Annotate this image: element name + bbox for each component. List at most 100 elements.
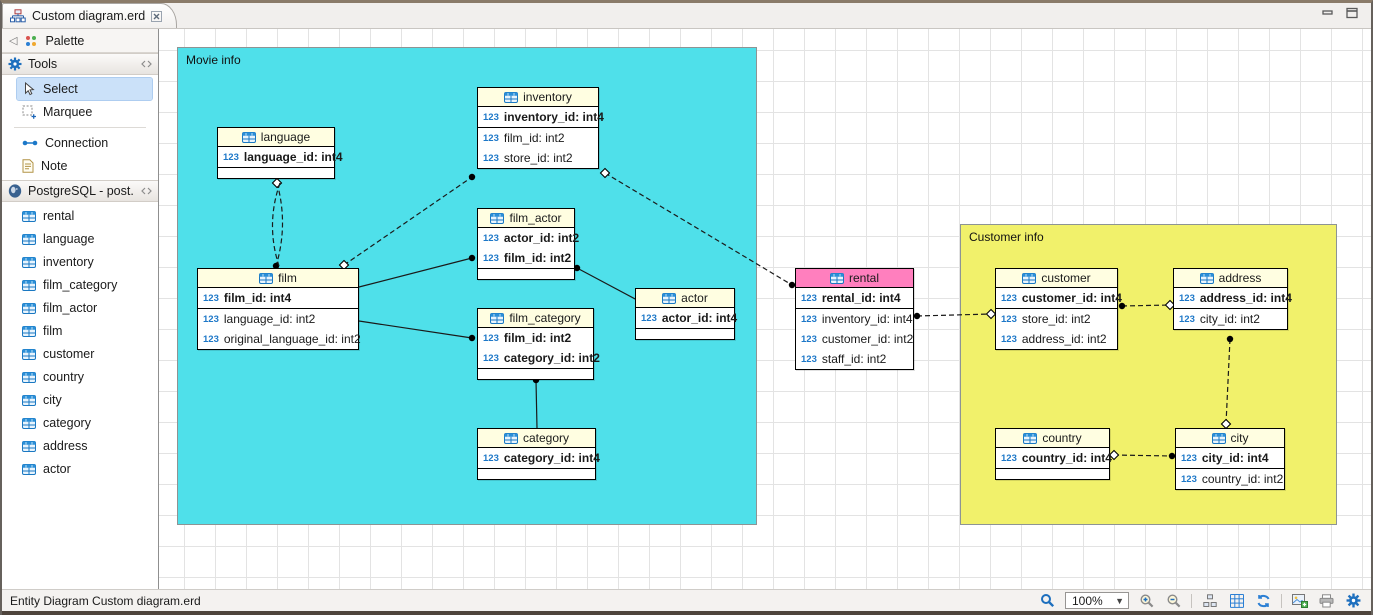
entity-header[interactable]: category xyxy=(478,429,595,448)
print-icon[interactable] xyxy=(1317,591,1336,610)
table-item-language[interactable]: language xyxy=(17,228,152,250)
entity-column[interactable]: 123address_id: int2 xyxy=(996,329,1117,349)
entity-country[interactable]: country123country_id: int4 xyxy=(995,428,1110,480)
entity-city[interactable]: city123city_id: int4123country_id: int2 xyxy=(1175,428,1285,490)
palette-tool-connection[interactable]: Connection xyxy=(17,132,152,154)
table-item-rental[interactable]: rental xyxy=(17,205,152,227)
table-item-film_actor[interactable]: film_actor xyxy=(17,297,152,319)
table-item-city[interactable]: city xyxy=(17,389,152,411)
tools-list: SelectMarquee ConnectionNote xyxy=(2,75,158,180)
table-icon xyxy=(1212,433,1226,444)
save-image-icon[interactable] xyxy=(1290,591,1309,610)
entity-pk-column[interactable]: 123film_id: int4 xyxy=(198,288,358,308)
zoom-in-icon[interactable] xyxy=(1137,591,1156,610)
entity-customer[interactable]: customer123customer_id: int4123store_id:… xyxy=(995,268,1118,350)
tab-close-icon[interactable] xyxy=(151,11,162,22)
column-label: film_id: int4 xyxy=(224,291,291,305)
entity-header[interactable]: address xyxy=(1174,269,1287,288)
minimize-view-icon[interactable] xyxy=(1322,7,1334,19)
entity-pk-column[interactable]: 123customer_id: int4 xyxy=(996,288,1117,308)
entity-column[interactable]: 123city_id: int2 xyxy=(1174,309,1287,329)
palette-tool-note[interactable]: Note xyxy=(17,155,152,177)
db-section-header[interactable]: PostgreSQL - post... xyxy=(2,180,158,202)
connection-icon xyxy=(22,138,38,148)
table-item-country[interactable]: country xyxy=(17,366,152,388)
entity-address[interactable]: address123address_id: int4123city_id: in… xyxy=(1173,268,1288,330)
entity-pk-column[interactable]: 123city_id: int4 xyxy=(1176,448,1284,468)
entity-pk-column[interactable]: 123film_id: int2 xyxy=(478,248,574,268)
table-item-address[interactable]: address xyxy=(17,435,152,457)
entity-column[interactable]: 123country_id: int2 xyxy=(1176,469,1284,489)
entity-pk-column[interactable]: 123rental_id: int4 xyxy=(796,288,913,308)
entity-empty-section xyxy=(218,168,334,178)
entity-column[interactable]: 123customer_id: int2 xyxy=(796,329,913,349)
maximize-view-icon[interactable] xyxy=(1346,7,1359,19)
entity-film[interactable]: film123film_id: int4123language_id: int2… xyxy=(197,268,359,350)
tools-section-header[interactable]: Tools xyxy=(2,53,158,75)
zoom-out-icon[interactable] xyxy=(1164,591,1183,610)
entity-header[interactable]: film_actor xyxy=(478,209,574,228)
entity-actor[interactable]: actor 123actor_id: int4 xyxy=(635,288,735,340)
collapse-palette-icon[interactable]: ◁ xyxy=(9,34,17,47)
entity-empty-section xyxy=(636,329,734,339)
entity-pk-column[interactable]: 123category_id: int4 xyxy=(478,448,595,468)
entity-column[interactable]: 123inventory_id: int4 xyxy=(796,309,913,329)
entity-pk-column[interactable]: 123country_id: int4 xyxy=(996,448,1109,468)
entity-pk-column[interactable]: 123inventory_id: int4 xyxy=(478,107,598,127)
entity-header[interactable]: film xyxy=(198,269,358,288)
entity-column[interactable]: 123store_id: int2 xyxy=(478,148,598,168)
table-icon xyxy=(490,313,504,324)
table-icon xyxy=(830,273,844,284)
entity-header[interactable]: customer xyxy=(996,269,1117,288)
numeric-type-icon: 123 xyxy=(1181,453,1197,464)
table-item-customer[interactable]: customer xyxy=(17,343,152,365)
entity-column[interactable]: 123staff_id: int2 xyxy=(796,349,913,369)
search-icon[interactable] xyxy=(1038,591,1057,610)
table-item-label: film_actor xyxy=(43,301,97,315)
table-item-actor[interactable]: actor xyxy=(17,458,152,480)
auto-layout-icon[interactable] xyxy=(1200,591,1219,610)
pin-palette-icon[interactable] xyxy=(141,60,152,68)
pin-db-icon[interactable] xyxy=(141,187,152,195)
palette-tool-marquee[interactable]: Marquee xyxy=(17,101,152,123)
diagram-canvas[interactable]: Movie infoCustomer infolanguage123langua… xyxy=(159,29,1371,589)
entity-column[interactable]: 123language_id: int2 xyxy=(198,309,358,329)
zoom-level-select[interactable]: 100% ▼ xyxy=(1065,592,1129,609)
entity-inventory[interactable]: inventory123inventory_id: int4123film_id… xyxy=(477,87,599,169)
entity-header[interactable]: country xyxy=(996,429,1109,448)
entity-language[interactable]: language123language_id: int4 xyxy=(217,127,335,179)
entity-film_category[interactable]: film_category123film_id: int2123category… xyxy=(477,308,594,380)
entity-column[interactable]: 123film_id: int2 xyxy=(478,128,598,148)
settings-gear-icon[interactable] xyxy=(1344,591,1363,610)
entity-header[interactable]: actor xyxy=(636,289,734,308)
entity-title: actor xyxy=(681,291,708,305)
table-icon xyxy=(22,211,36,222)
entity-title: rental xyxy=(849,271,879,285)
table-item-film_category[interactable]: film_category xyxy=(17,274,152,296)
palette-separator xyxy=(14,127,146,128)
entity-header[interactable]: rental xyxy=(796,269,913,288)
entity-rental[interactable]: rental 123rental_id: int4123inventory_id:… xyxy=(795,268,914,370)
entity-pk-column[interactable]: 123address_id: int4 xyxy=(1174,288,1287,308)
tab-custom-diagram[interactable]: Custom diagram.erd xyxy=(2,3,177,28)
entity-header[interactable]: film_category xyxy=(478,309,593,328)
entity-pk-column[interactable]: 123language_id: int4 xyxy=(218,147,334,167)
refresh-icon[interactable] xyxy=(1254,591,1273,610)
entity-header[interactable]: inventory xyxy=(478,88,598,107)
entity-pk-column[interactable]: 123actor_id: int4 xyxy=(636,308,734,328)
entity-pk-column[interactable]: 123film_id: int2 xyxy=(478,328,593,348)
entity-category[interactable]: category123category_id: int4 xyxy=(477,428,596,480)
table-item-label: rental xyxy=(43,209,74,223)
table-item-film[interactable]: film xyxy=(17,320,152,342)
entity-header[interactable]: city xyxy=(1176,429,1284,448)
palette-tool-select[interactable]: Select xyxy=(17,78,152,100)
entity-film_actor[interactable]: film_actor123actor_id: int2123film_id: i… xyxy=(477,208,575,280)
table-item-inventory[interactable]: inventory xyxy=(17,251,152,273)
entity-pk-column[interactable]: 123actor_id: int2 xyxy=(478,228,574,248)
entity-column[interactable]: 123store_id: int2 xyxy=(996,309,1117,329)
entity-header[interactable]: language xyxy=(218,128,334,147)
entity-column[interactable]: 123original_language_id: int2 xyxy=(198,329,358,349)
table-item-category[interactable]: category xyxy=(17,412,152,434)
entity-pk-column[interactable]: 123category_id: int2 xyxy=(478,348,593,368)
toggle-grid-icon[interactable] xyxy=(1227,591,1246,610)
